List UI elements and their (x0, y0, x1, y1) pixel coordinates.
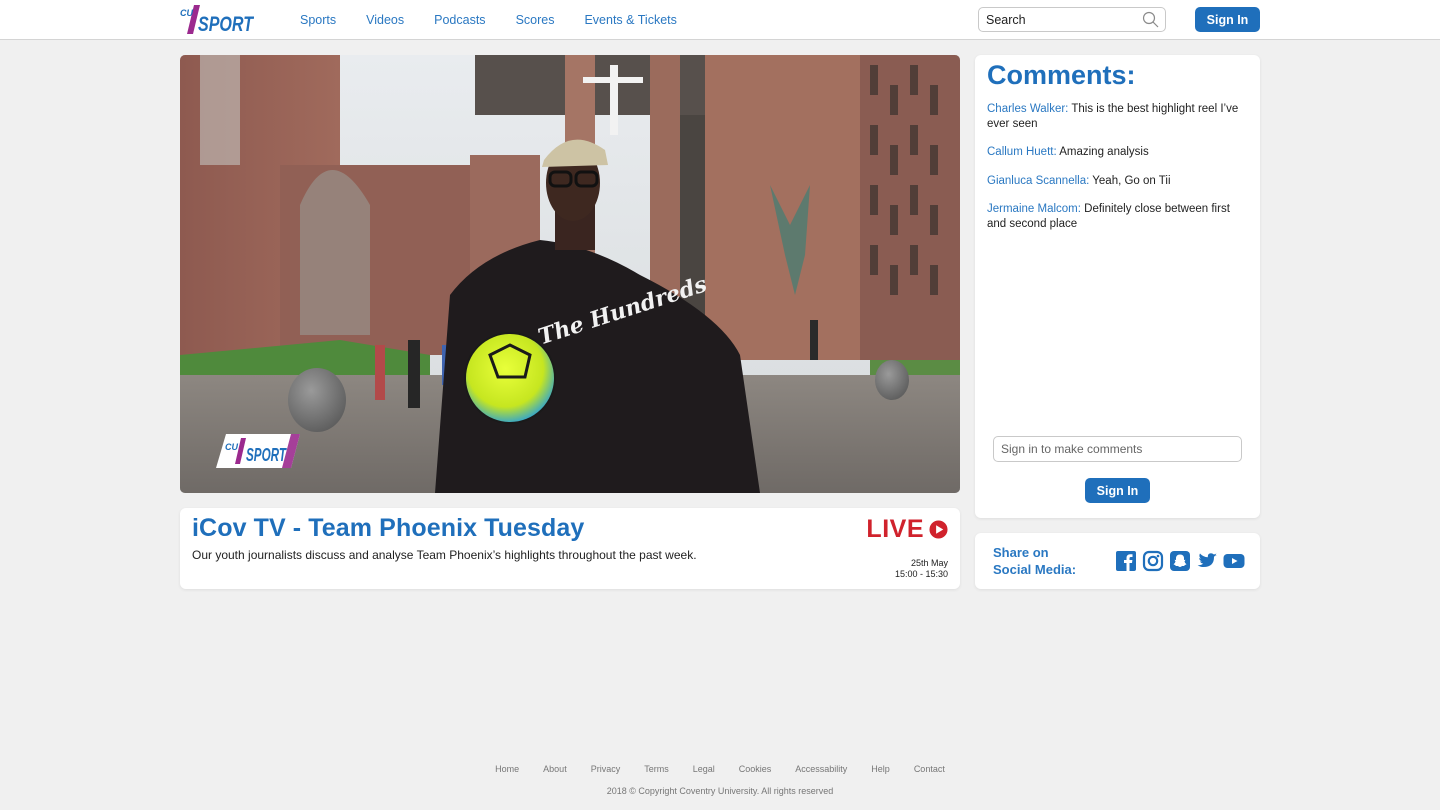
play-icon[interactable] (929, 520, 948, 539)
main-nav: Sports Videos Podcasts Scores Events & T… (300, 0, 707, 39)
watermark-sport-text: SPORT (246, 445, 287, 465)
social-share-label: Share on Social Media: (993, 544, 1076, 578)
logo-sport-text: SPORT (198, 13, 254, 35)
social-label-line2: Social Media: (993, 562, 1077, 577)
top-navigation-bar: CU SPORT Sports Videos Podcasts Scores E… (0, 0, 1440, 40)
footer-links: Home About Privacy Terms Legal Cookies A… (0, 764, 1440, 774)
video-frame: The Hundreds (180, 55, 960, 493)
comment-item: Callum Huett: Amazing analysis (987, 145, 1249, 160)
watermark-cu-text: CU (225, 442, 238, 452)
comments-list: Charles Walker: This is the best highlig… (987, 102, 1249, 245)
program-info-card: iCov TV - Team Phoenix Tuesday Our youth… (180, 508, 960, 589)
video-watermark-logo: CU SPORT (216, 434, 300, 468)
nav-sports[interactable]: Sports (300, 13, 336, 27)
nav-scores[interactable]: Scores (516, 13, 555, 27)
comment-item: Gianluca Scannella: Yeah, Go on Tii (987, 174, 1249, 189)
video-player[interactable]: The Hundreds CU SPORT (180, 55, 960, 493)
comments-panel: Comments: Charles Walker: This is the be… (975, 55, 1260, 518)
copyright-text: 2018 © Copyright Coventry University. Al… (606, 786, 834, 796)
footer-link-privacy[interactable]: Privacy (591, 764, 621, 774)
twitter-icon[interactable] (1196, 550, 1218, 572)
header-sign-in-button[interactable]: Sign In (1195, 7, 1260, 32)
nav-events-tickets[interactable]: Events & Tickets (584, 13, 676, 27)
footer-link-contact[interactable]: Contact (914, 764, 945, 774)
social-share-card: Share on Social Media: (975, 533, 1260, 589)
comment-item: Charles Walker: This is the best highlig… (987, 102, 1249, 131)
comments-heading: Comments: (987, 60, 1136, 90)
broadcast-time: 15:00 - 15:30 (894, 569, 948, 579)
cu-sport-logo[interactable]: CU SPORT (180, 4, 254, 35)
comment-text: Yeah, Go on Tii (1092, 174, 1171, 187)
footer-link-legal[interactable]: Legal (693, 764, 715, 774)
live-label: LIVE (866, 515, 924, 543)
footer-link-terms[interactable]: Terms (644, 764, 669, 774)
comment-item: Jermaine Malcom: Definitely close betwee… (987, 202, 1249, 231)
program-title: iCov TV - Team Phoenix Tuesday (192, 514, 585, 542)
comments-sign-in-button[interactable]: Sign In (1085, 478, 1150, 503)
comment-input[interactable] (993, 436, 1242, 462)
footer-link-about[interactable]: About (543, 764, 567, 774)
comment-author[interactable]: Charles Walker: (987, 103, 1068, 115)
social-icons (1115, 550, 1245, 572)
broadcast-date: 25th May (910, 558, 948, 568)
search-box (978, 7, 1166, 32)
youtube-icon[interactable] (1223, 550, 1245, 572)
facebook-icon[interactable] (1115, 550, 1137, 572)
search-icon[interactable] (1142, 11, 1159, 28)
footer-link-cookies[interactable]: Cookies (739, 764, 772, 774)
instagram-icon[interactable] (1142, 550, 1164, 572)
live-indicator[interactable]: LIVE (866, 515, 948, 544)
comment-author[interactable]: Gianluca Scannella: (987, 175, 1089, 187)
broadcast-schedule: 25th May 15:00 - 15:30 (895, 558, 948, 580)
comment-author[interactable]: Jermaine Malcom: (987, 203, 1081, 215)
program-description: Our youth journalists discuss and analys… (192, 548, 697, 562)
nav-videos[interactable]: Videos (366, 13, 404, 27)
footer-link-accessability[interactable]: Accessability (795, 764, 847, 774)
nav-podcasts[interactable]: Podcasts (434, 13, 485, 27)
footer-link-home[interactable]: Home (495, 764, 519, 774)
comment-text: Amazing analysis (1059, 146, 1149, 158)
snapchat-icon[interactable] (1169, 550, 1191, 572)
comment-author[interactable]: Callum Huett: (987, 146, 1057, 158)
footer-link-help[interactable]: Help (871, 764, 890, 774)
social-label-line1: Share on (993, 545, 1049, 560)
logo-cu-text: CU (180, 8, 193, 18)
search-input[interactable] (979, 8, 1139, 31)
